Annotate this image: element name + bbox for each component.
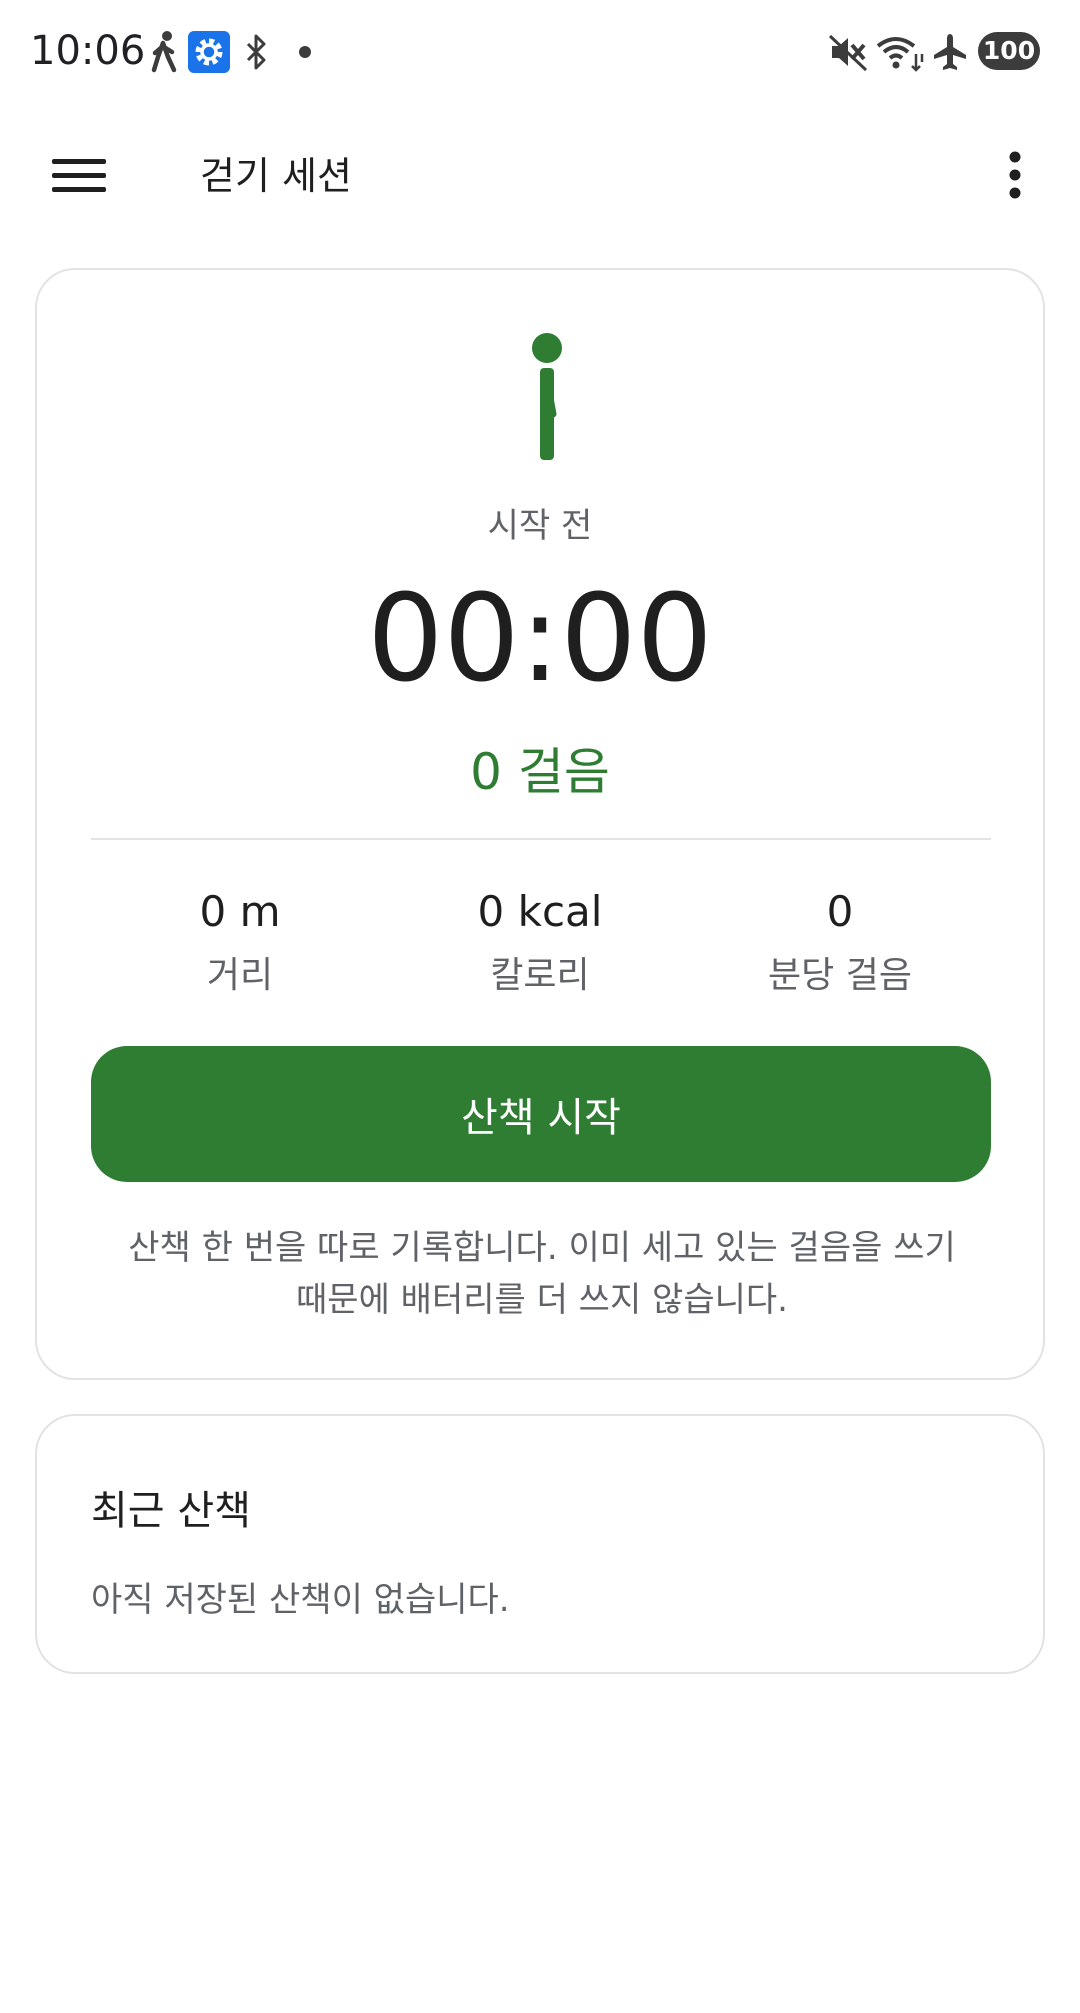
battery-indicator: 100 (978, 32, 1040, 70)
screen: 10:06 100 걷기 세션 시작 전 00:00 0 걸음 0 m 거리 0… (0, 0, 1080, 2013)
more-options-button[interactable] (990, 144, 1040, 206)
wifi-icon (876, 30, 926, 74)
bluetooth-icon (244, 30, 270, 74)
dot-icon (298, 30, 312, 74)
divider (91, 838, 991, 840)
status-time: 10:06 (30, 28, 146, 74)
top-app-bar: 걷기 세션 (0, 120, 1080, 230)
walk-session-card: 시작 전 00:00 0 걸음 0 m 거리 0 kcal 칼로리 0 분당 걸… (35, 268, 1045, 1380)
page-title: 걷기 세션 (200, 154, 352, 198)
session-description-line: 때문에 배터리를 더 쓰지 않습니다. (296, 1280, 788, 1320)
step-count: 0 걸음 (470, 743, 610, 801)
stat-label: 칼로리 (490, 955, 590, 996)
airplane-icon (932, 30, 968, 74)
stat-label: 거리 (206, 955, 274, 996)
stat-distance: 0 m 거리 (90, 884, 390, 1000)
stat-value: 0 m (199, 887, 281, 936)
stat-value: 0 kcal (477, 887, 603, 936)
recent-walks-card: 최근 산책 아직 저장된 산책이 없습니다. (35, 1414, 1045, 1674)
stat-cadence: 0 분당 걸음 (690, 884, 990, 1000)
recent-walks-title: 최근 산책 (91, 1488, 251, 1534)
walking-icon (148, 30, 180, 74)
session-description: 산책 한 번을 따로 기록합니다. 이미 세고 있는 걸음을 쓰기 때문에 배터… (97, 1222, 987, 1326)
session-description-line: 산책 한 번을 따로 기록합니다. 이미 세고 있는 걸음을 쓰기 (128, 1228, 956, 1268)
elapsed-timer: 00:00 (367, 570, 713, 709)
status-bar: 10:06 100 (0, 0, 1080, 100)
more-vert-icon (1009, 151, 1021, 199)
stat-value: 0 (826, 887, 854, 936)
session-state-label: 시작 전 (487, 506, 593, 546)
mute-icon (828, 30, 868, 74)
hamburger-menu-icon (52, 159, 106, 192)
settings-icon (188, 30, 230, 74)
menu-button[interactable] (38, 148, 120, 204)
stat-calories: 0 kcal 칼로리 (390, 884, 690, 1000)
stat-label: 분당 걸음 (768, 955, 912, 996)
start-walk-button[interactable]: 산책 시작 (91, 1046, 991, 1182)
walker-figure-icon (522, 332, 572, 462)
recent-walks-empty-message: 아직 저장된 산책이 없습니다. (91, 1580, 510, 1620)
